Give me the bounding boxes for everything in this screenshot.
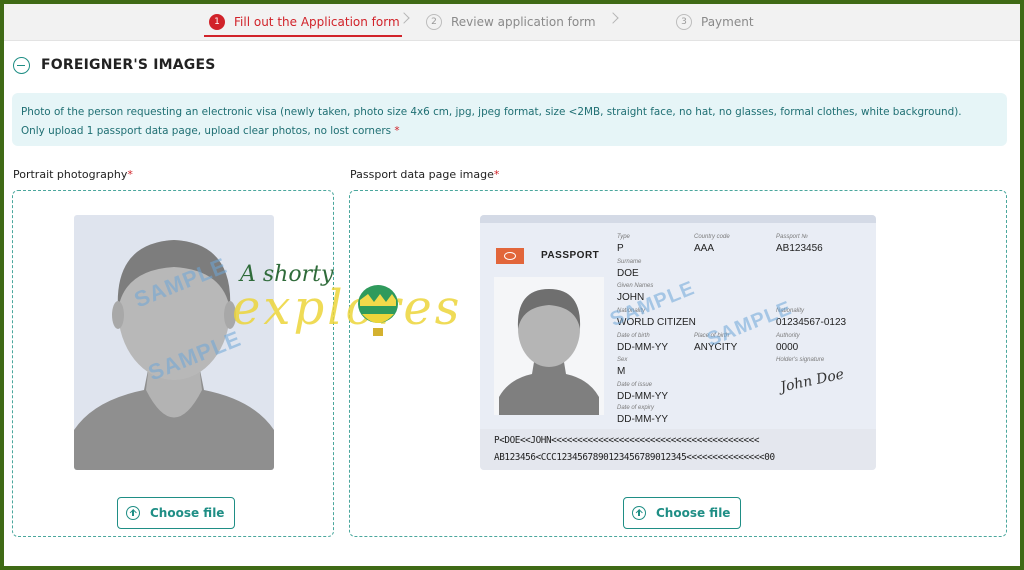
portrait-label-text: Portrait photography xyxy=(13,168,128,181)
step-number: 1 xyxy=(209,14,225,30)
passport-top-stripe xyxy=(480,215,876,223)
portrait-sample-image: SAMPLE SAMPLE xyxy=(74,215,274,470)
field-value: DD-MM-YY xyxy=(617,342,669,353)
step-label: Review application form xyxy=(451,15,596,29)
active-step-underline xyxy=(204,35,402,37)
passport-title: PASSPORT xyxy=(541,250,600,261)
passport-label: Passport data page image* xyxy=(350,168,499,181)
logo-text-bottom: explores xyxy=(232,280,463,336)
stepper: 1 Fill out the Application form 2 Review… xyxy=(4,4,1020,41)
field-value: M xyxy=(617,366,626,377)
upload-arrow-icon xyxy=(632,506,646,520)
passport-upload-area[interactable]: PASSPORT Type P Country code AAA Passpor… xyxy=(349,190,1007,537)
info-line-2-text: Only upload 1 passport data page, upload… xyxy=(21,125,392,137)
info-line-2: Only upload 1 passport data page, upload… xyxy=(21,122,1007,141)
field-value: P xyxy=(617,243,624,254)
step-label: Payment xyxy=(701,15,754,29)
field-label: Date of birth xyxy=(617,333,650,339)
hot-air-balloon-icon xyxy=(358,285,398,336)
field-value: DOE xyxy=(617,268,639,279)
field-label: Date of expiry xyxy=(617,405,655,411)
field-label: Country code xyxy=(694,234,730,240)
field-label: Given Names xyxy=(617,283,654,289)
mrz-line-2: AB123456<CCC1234567890123456789012345<<<… xyxy=(494,452,775,463)
passport-photo-silhouette-icon xyxy=(494,277,604,415)
choose-file-label: Choose file xyxy=(150,506,225,520)
page-frame: 1 Fill out the Application form 2 Review… xyxy=(4,4,1020,566)
flag-icon xyxy=(496,248,524,264)
holder-signature: John Doe xyxy=(779,366,846,396)
chevron-right-icon xyxy=(398,12,410,24)
portrait-upload-area[interactable]: SAMPLE SAMPLE Choose file xyxy=(12,190,334,537)
info-notice: Photo of the person requesting an electr… xyxy=(12,93,1007,146)
field-value: AB123456 xyxy=(776,243,823,254)
field-label: Authority xyxy=(776,333,800,339)
field-label: Sex xyxy=(617,357,628,363)
step-label: Fill out the Application form xyxy=(234,15,400,29)
portrait-label: Portrait photography* xyxy=(13,168,133,181)
step-number: 3 xyxy=(676,14,692,30)
mrz-zone: P<DOE<<JOHN<<<<<<<<<<<<<<<<<<<<<<<<<<<<<… xyxy=(480,429,876,470)
required-asterisk: * xyxy=(394,125,400,137)
required-asterisk: * xyxy=(493,168,500,181)
step-review-form[interactable]: 2 Review application form xyxy=(426,4,596,40)
step-number: 2 xyxy=(426,14,442,30)
field-value: 0000 xyxy=(776,342,799,353)
field-value: DD-MM-YY xyxy=(617,391,669,402)
field-label: Passport № xyxy=(776,234,808,240)
field-value: DD-MM-YY xyxy=(617,414,669,425)
step-payment[interactable]: 3 Payment xyxy=(676,4,754,40)
required-asterisk: * xyxy=(127,168,133,181)
chevron-right-icon xyxy=(607,12,619,24)
info-line-1: Photo of the person requesting an electr… xyxy=(21,106,962,118)
field-label: Type xyxy=(617,234,630,240)
field-value: AAA xyxy=(694,243,715,254)
upload-arrow-icon xyxy=(126,506,140,520)
field-label: Date of issue xyxy=(617,382,653,388)
field-label: Holder's signature xyxy=(776,357,825,363)
passport-label-text: Passport data page image xyxy=(350,168,494,181)
collapse-minus-icon[interactable] xyxy=(13,57,30,74)
mrz-line-1: P<DOE<<JOHN<<<<<<<<<<<<<<<<<<<<<<<<<<<<<… xyxy=(494,435,760,446)
choose-file-label: Choose file xyxy=(656,506,731,520)
field-label: Surname xyxy=(617,259,642,265)
portrait-choose-file-button[interactable]: Choose file xyxy=(117,497,236,529)
passport-sample-image: PASSPORT Type P Country code AAA Passpor… xyxy=(480,215,876,470)
section-title: FOREIGNER'S IMAGES xyxy=(41,57,216,73)
person-silhouette-icon xyxy=(74,240,274,470)
passport-choose-file-button[interactable]: Choose file xyxy=(623,497,742,529)
